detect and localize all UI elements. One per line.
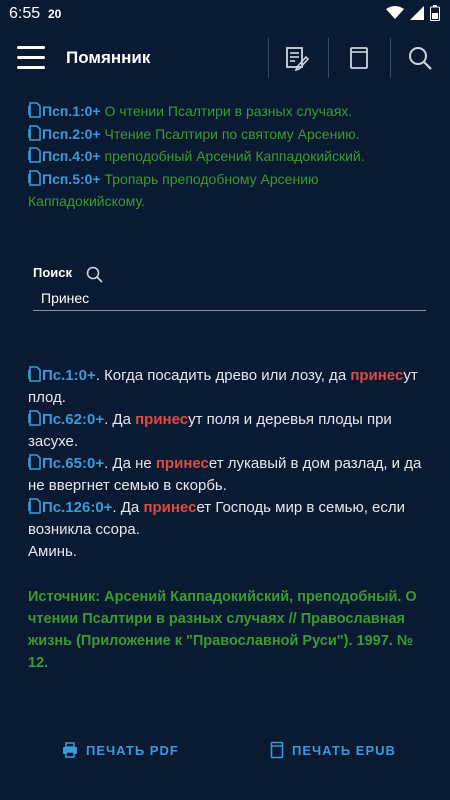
print-pdf-button[interactable]: ПЕЧАТЬ PDF bbox=[62, 738, 179, 762]
result-text: . Да не bbox=[104, 455, 156, 472]
toolbar-divider bbox=[390, 38, 391, 78]
print-epub-button[interactable]: ПЕЧАТЬ EPUB bbox=[270, 738, 396, 762]
menu-button[interactable] bbox=[17, 46, 47, 70]
search-input[interactable] bbox=[33, 286, 426, 311]
link-text: преподобный Арсений Каппадокийский. bbox=[100, 148, 365, 164]
document-icon bbox=[28, 454, 41, 470]
result-item[interactable]: Пс.126:0+. Да принесет Господь мир в сем… bbox=[28, 497, 423, 541]
signal-icon bbox=[410, 6, 424, 20]
edit-list-icon bbox=[286, 47, 310, 71]
source-note: Источник: Арсений Каппадокийский, препод… bbox=[28, 589, 417, 671]
result-highlight: принес bbox=[143, 499, 197, 516]
document-icon bbox=[28, 169, 41, 186]
result-highlight: принес bbox=[155, 455, 209, 472]
result-item[interactable]: Пс.1:0+. Когда посадить древо или лозу, … bbox=[28, 365, 423, 409]
related-link[interactable]: Псп.2:0+ Чтение Псалтири по святому Арсе… bbox=[28, 123, 428, 146]
search-block: Поиск bbox=[33, 264, 426, 311]
document-icon bbox=[28, 124, 41, 141]
result-ref: Пс.1:0+ bbox=[42, 367, 96, 384]
status-notification-badge: 20 bbox=[48, 7, 62, 21]
result-ref: Пс.126:0+ bbox=[42, 499, 113, 516]
document-icon bbox=[28, 366, 41, 382]
link-ref: Псп.4:0+ bbox=[42, 148, 101, 164]
wifi-icon bbox=[386, 6, 404, 19]
search-label: Поиск bbox=[33, 265, 73, 280]
result-highlight: принес bbox=[135, 411, 189, 428]
print-epub-label: ПЕЧАТЬ EPUB bbox=[292, 742, 396, 758]
result-text: . Да bbox=[104, 411, 136, 428]
battery-icon bbox=[430, 5, 440, 21]
toolbar-divider bbox=[328, 38, 329, 78]
link-ref: Псп.5:0+ bbox=[42, 170, 101, 187]
result-text: . Когда посадить древо или лозу, да bbox=[95, 367, 351, 384]
status-bar: 6:55 20 bbox=[0, 0, 450, 28]
print-pdf-label: ПЕЧАТЬ PDF bbox=[86, 742, 179, 758]
result-item[interactable]: Пс.65:0+. Да не принесет лукавый в дом р… bbox=[28, 453, 423, 497]
book-icon bbox=[350, 47, 368, 69]
document-icon bbox=[28, 147, 41, 163]
search-icon bbox=[409, 47, 432, 70]
closing-text: Аминь. bbox=[28, 543, 77, 560]
toolbar-divider bbox=[268, 38, 269, 78]
result-ref: Пс.65:0+ bbox=[42, 455, 105, 472]
printer-icon bbox=[63, 742, 77, 758]
document-icon bbox=[28, 102, 41, 118]
edit-notes-button[interactable] bbox=[281, 42, 313, 74]
link-text: Чтение Псалтири по святому Арсению. bbox=[100, 125, 360, 142]
document-icon bbox=[28, 498, 41, 514]
page-title: Помянник bbox=[66, 48, 151, 67]
result-item[interactable]: Пс.62:0+. Да принесут поля и деревья пло… bbox=[28, 409, 423, 453]
document-icon bbox=[28, 410, 41, 426]
search-button[interactable] bbox=[404, 42, 436, 74]
related-links: Псп.1:0+ О чтении Псалтири в разных случ… bbox=[28, 100, 428, 213]
search-icon[interactable] bbox=[86, 266, 103, 283]
book-icon bbox=[270, 741, 284, 759]
status-time: 6:55 bbox=[9, 5, 41, 22]
result-ref: Пс.62:0+ bbox=[42, 411, 105, 428]
status-icons bbox=[386, 5, 440, 21]
link-ref: Псп.1:0+ bbox=[42, 103, 101, 119]
book-button[interactable] bbox=[343, 42, 375, 74]
app-bar: Помянник bbox=[0, 28, 450, 90]
result-highlight: принес bbox=[350, 367, 404, 384]
result-text: . Да bbox=[112, 499, 144, 516]
search-results: Пс.1:0+. Когда посадить древо или лозу, … bbox=[28, 365, 423, 563]
related-link[interactable]: Псп.5:0+ Тропарь преподобному Арсению Ка… bbox=[28, 168, 428, 213]
link-text: О чтении Псалтири в разных случаях. bbox=[100, 103, 353, 119]
link-ref: Псп.2:0+ bbox=[42, 125, 101, 142]
related-link[interactable]: Псп.4:0+ преподобный Арсений Каппадокийс… bbox=[28, 145, 428, 168]
related-link[interactable]: Псп.1:0+ О чтении Псалтири в разных случ… bbox=[28, 100, 428, 123]
